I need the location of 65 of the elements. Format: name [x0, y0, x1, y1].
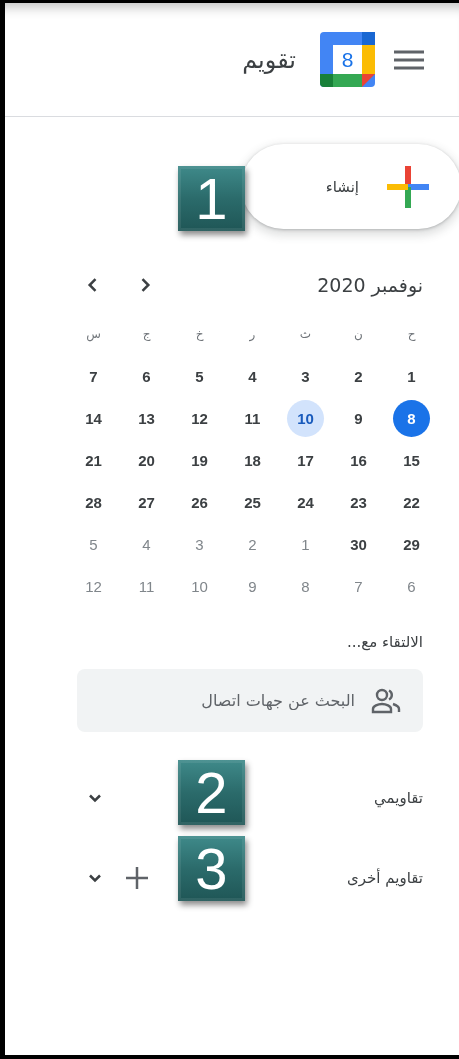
calendar-day[interactable]: 19 — [181, 441, 218, 479]
calendar-day[interactable]: 4 — [234, 357, 271, 395]
weekday-label: س — [85, 326, 102, 344]
calendar-day[interactable]: 12 — [181, 399, 218, 437]
calendar-day[interactable]: 2 — [234, 525, 271, 563]
calendar-day[interactable]: 28 — [75, 483, 112, 521]
calendar-day[interactable]: 13 — [128, 399, 165, 437]
calendar-list-label: تقاويمي — [374, 789, 423, 807]
weekday-label: ج — [141, 326, 152, 343]
calendar-day[interactable]: 24 — [287, 483, 324, 521]
calendar-day[interactable]: 10 — [287, 399, 324, 437]
calendar-day[interactable]: 26 — [181, 483, 218, 521]
month-title: نوفمبر 2020 — [317, 274, 423, 296]
calendar-day[interactable]: 3 — [287, 357, 324, 395]
calendar-day[interactable]: 1 — [287, 525, 324, 563]
calendar-day[interactable]: 14 — [75, 399, 112, 437]
app-title: تقويم — [242, 45, 296, 74]
calendar-day[interactable]: 23 — [340, 483, 377, 521]
calendar-day[interactable]: 12 — [75, 567, 112, 605]
calendar-day[interactable]: 6 — [128, 357, 165, 395]
calendar-day[interactable]: 7 — [75, 357, 112, 395]
calendar-list-label: تقاويم أخرى — [347, 869, 423, 887]
calendar-day[interactable]: 11 — [234, 399, 271, 437]
people-icon — [371, 687, 401, 714]
calendar-day[interactable]: 9 — [340, 399, 377, 437]
calendar-day[interactable]: 18 — [234, 441, 271, 479]
plus-icon — [125, 866, 149, 890]
step-marker: 1 — [178, 166, 245, 231]
calendar-day[interactable]: 6 — [393, 567, 430, 605]
weekday-label: ر — [248, 326, 257, 344]
weekday-label: خ — [194, 326, 205, 343]
calendar-day[interactable]: 8 — [393, 399, 430, 437]
weekday-label: ن — [353, 326, 364, 343]
calendar-day[interactable]: 17 — [287, 441, 324, 479]
calendar-day[interactable]: 16 — [340, 441, 377, 479]
calendar-day[interactable]: 21 — [75, 441, 112, 479]
calendar-day[interactable]: 5 — [75, 525, 112, 563]
calendar-day[interactable]: 5 — [181, 357, 218, 395]
menu-icon — [394, 49, 424, 70]
step-marker: 3 — [178, 836, 245, 901]
calendar-day[interactable]: 3 — [181, 525, 218, 563]
weekday-label: ث — [298, 326, 313, 343]
calendar-day[interactable]: 25 — [234, 483, 271, 521]
contact-search-field[interactable]: البحث عن جهات اتصال — [77, 669, 423, 732]
calendar-day[interactable]: 15 — [393, 441, 430, 479]
calendar-day[interactable]: 4 — [128, 525, 165, 563]
calendar-day[interactable]: 2 — [340, 357, 377, 395]
calendar-day[interactable]: 10 — [181, 567, 218, 605]
calendar-day[interactable]: 30 — [340, 525, 377, 563]
calendar-day[interactable]: 8 — [287, 567, 324, 605]
calendar-day[interactable]: 1 — [393, 357, 430, 395]
plus-icon — [387, 165, 429, 208]
weekday-label: ح — [406, 326, 417, 343]
section-heading: الالتقاء مع... — [345, 633, 424, 651]
calendar-day[interactable]: 29 — [393, 525, 430, 563]
contact-search-input[interactable]: البحث عن جهات اتصال — [89, 690, 357, 711]
calendar-day[interactable]: 7 — [340, 567, 377, 605]
calendar-day[interactable]: 9 — [234, 567, 271, 605]
add-button[interactable] — [123, 864, 151, 892]
calendar-day[interactable]: 22 — [393, 483, 430, 521]
calendar-logo: 8 — [320, 32, 375, 87]
calendar-day[interactable]: 20 — [128, 441, 165, 479]
calendar-day[interactable]: 27 — [128, 483, 165, 521]
step-marker: 2 — [178, 760, 245, 825]
calendar-day[interactable]: 11 — [128, 567, 165, 605]
